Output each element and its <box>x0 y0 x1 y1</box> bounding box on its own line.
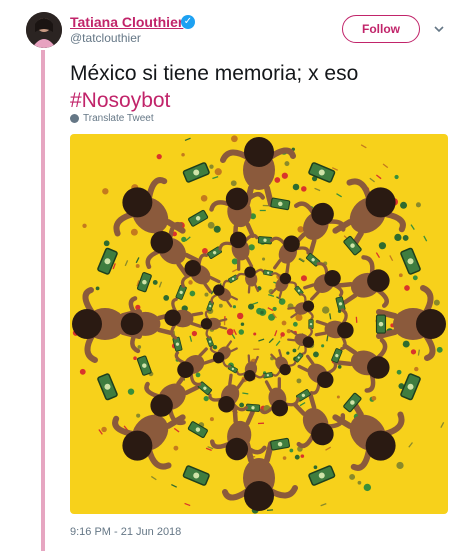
globe-icon <box>70 114 79 123</box>
translate-tweet-link[interactable]: Translate Tweet <box>70 113 154 124</box>
verified-badge-icon: ✓ <box>181 15 195 29</box>
timestamp[interactable]: 9:16 PM - 21 Jun 2018 <box>70 526 181 538</box>
translate-label: Translate Tweet <box>83 113 154 124</box>
thread-line <box>41 50 45 551</box>
avatar-image <box>26 12 62 48</box>
follow-button[interactable]: Follow <box>342 15 420 43</box>
avatar[interactable] <box>26 12 62 48</box>
spiral-illustration <box>70 134 448 514</box>
user-handle[interactable]: @tatclouthier <box>70 31 141 45</box>
chevron-down-icon[interactable] <box>432 22 446 36</box>
display-name[interactable]: Tatiana Clouthier <box>70 14 183 30</box>
hashtag-link[interactable]: #Nosoybot <box>70 87 450 114</box>
tweet-body-text: México si tiene memoria; x eso <box>70 62 359 85</box>
tweet-media-image[interactable] <box>70 134 448 514</box>
tweet-text: México si tiene memoria; x eso #Nosoybot <box>70 60 450 114</box>
